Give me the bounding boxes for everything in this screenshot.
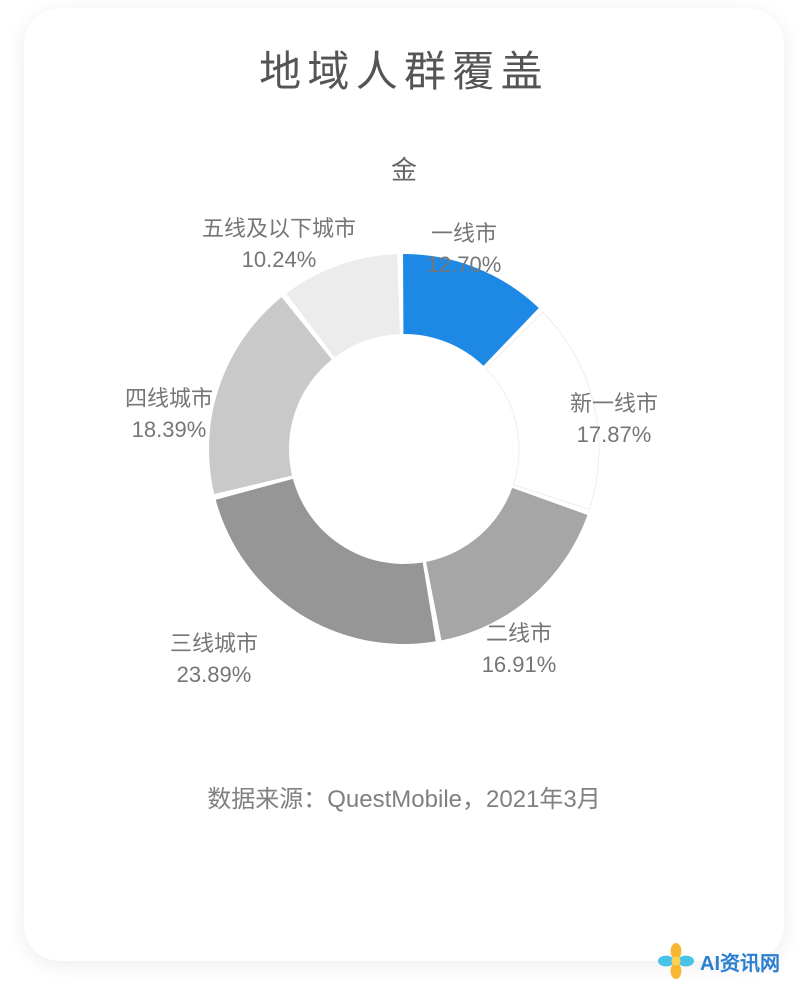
label-tier5-pct: 10.24%: [202, 245, 356, 276]
donut-segment: [216, 479, 436, 644]
label-tier1: 一线市 12.70%: [427, 219, 502, 281]
label-tier3: 三线城市 23.89%: [170, 629, 258, 691]
flower-icon: [658, 943, 694, 979]
donut-chart: [184, 229, 624, 669]
label-tier4-pct: 18.39%: [125, 415, 213, 446]
label-new-tier1-name: 新一线市: [570, 391, 658, 416]
label-tier1-pct: 12.70%: [427, 250, 502, 281]
label-tier2: 二线市 16.91%: [482, 619, 557, 681]
label-tier4-name: 四线城市: [125, 386, 213, 411]
label-tier2-pct: 16.91%: [482, 650, 557, 681]
label-tier3-name: 三线城市: [170, 631, 258, 656]
label-tier5-name: 五线及以下城市: [202, 216, 356, 241]
label-tier5: 五线及以下城市 10.24%: [202, 214, 356, 276]
watermark-text: AI资讯网: [700, 947, 780, 976]
chart-area: 金 一线市 12.70% 新一线市 17.87% 二线市 16.91% 三线城市…: [24, 139, 784, 759]
watermark: AI资讯网: [658, 943, 780, 979]
label-new-tier1: 新一线市 17.87%: [570, 389, 658, 451]
center-label: 金: [391, 150, 417, 187]
label-new-tier1-pct: 17.87%: [570, 420, 658, 451]
label-tier3-pct: 23.89%: [170, 660, 258, 691]
label-tier2-name: 二线市: [486, 621, 552, 646]
donut-segment: [426, 488, 587, 640]
chart-title: 地域人群覆盖: [24, 38, 784, 99]
label-tier1-name: 一线市: [431, 221, 497, 246]
label-tier4: 四线城市 18.39%: [125, 384, 213, 446]
source-text: 数据来源：QuestMobile，2021年3月: [24, 779, 784, 814]
chart-card: 地域人群覆盖 金 一线市 12.70% 新一线市 17.87% 二线市 16.9…: [24, 8, 784, 961]
